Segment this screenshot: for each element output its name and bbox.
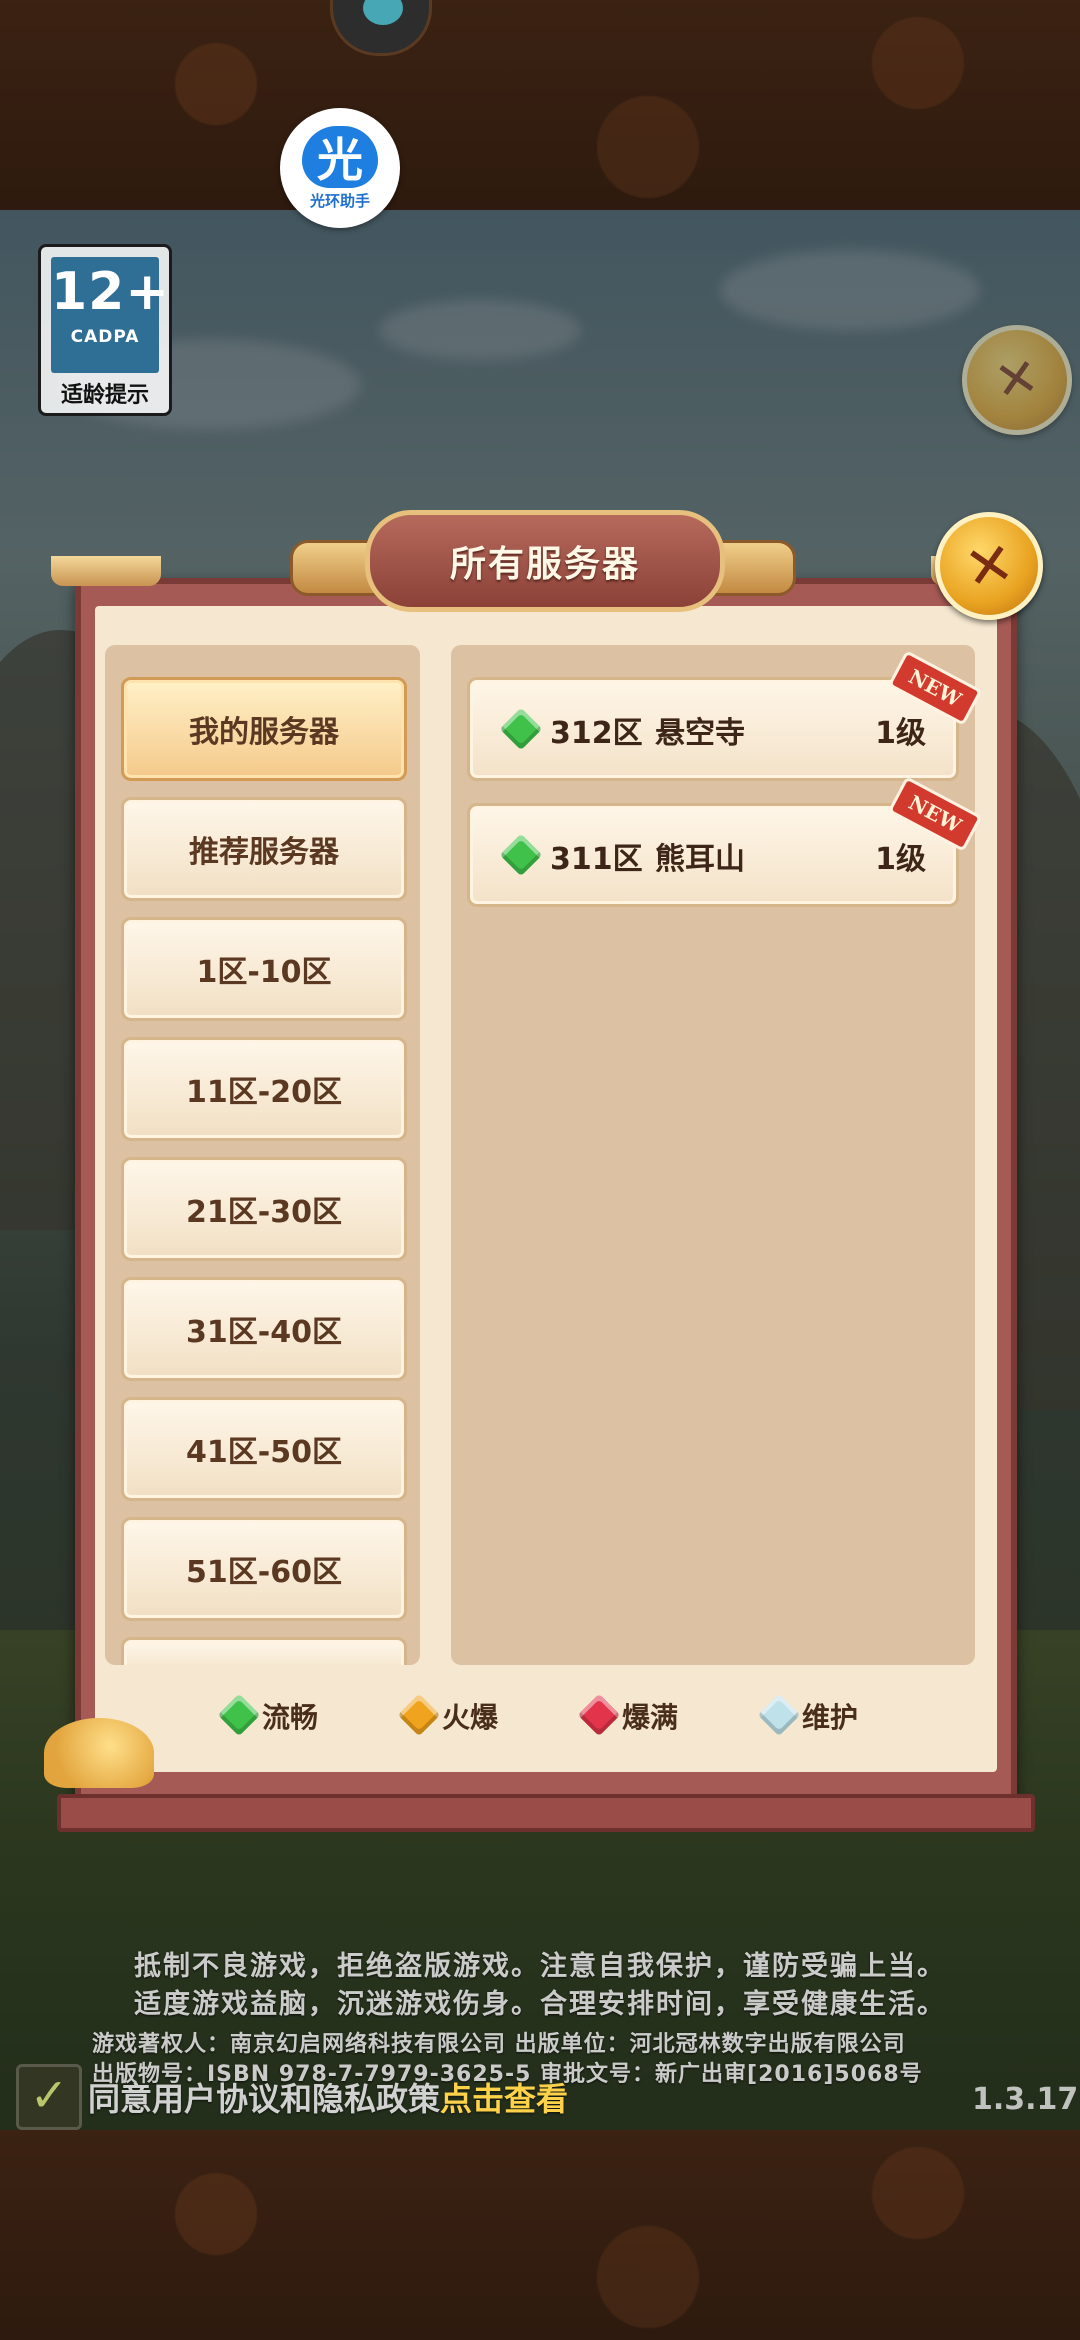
category-my-servers[interactable]: 我的服务器	[121, 677, 407, 781]
category-zone-1-10[interactable]: 1区-10区	[121, 917, 407, 1021]
legend-label: 流畅	[262, 1701, 319, 1734]
agreement-view-link[interactable]: 点击查看	[440, 2080, 568, 2118]
server-name: 熊耳山	[655, 842, 745, 877]
server-level: 1级	[875, 716, 926, 751]
legend-label: 火爆	[442, 1701, 499, 1734]
legend-label: 维护	[802, 1701, 859, 1734]
age-rating-number: 12+	[51, 262, 170, 322]
category-zone-51-60[interactable]: 51区-60区	[121, 1517, 407, 1621]
server-list[interactable]: 312区 悬空寺 1级 NEW 311区 熊耳山 1级 NEW	[451, 645, 983, 1665]
close-button[interactable]: ✕	[935, 512, 1043, 620]
category-zone-41-50[interactable]: 41区-50区	[121, 1397, 407, 1501]
server-level: 1级	[875, 842, 926, 877]
health-notice-line-2: 适度游戏益脑，沉迷游戏伤身。合理安排时间，享受健康生活。	[134, 1989, 946, 2020]
agreement-label: 同意用户协议和隐私政策	[88, 2080, 441, 2118]
category-zone-21-30[interactable]: 21区-30区	[121, 1157, 407, 1261]
health-notice-line-1: 抵制不良游戏，拒绝盗版游戏。注意自我保护，谨防受骗上当。	[134, 1951, 946, 1982]
category-zone-31-40[interactable]: 31区-40区	[121, 1277, 407, 1381]
panel-base	[57, 1794, 1035, 1832]
age-rating-box: 12+ CADPA	[51, 257, 170, 373]
age-rating-badge[interactable]: 12+ CADPA 适龄提示	[38, 244, 172, 416]
category-recommended[interactable]: 推荐服务器	[121, 797, 407, 901]
top-frame	[0, 0, 1080, 210]
version-label: 1.3.17	[972, 2082, 1079, 2117]
gold-cloud-ornament	[44, 1718, 154, 1788]
panel-title: 所有服务器	[449, 544, 640, 585]
panel-wing-left	[51, 556, 161, 586]
age-rating-org: CADPA	[70, 327, 140, 347]
server-row-311[interactable]: 311区 熊耳山 1级 NEW	[467, 776, 983, 907]
halo-label: 光环助手	[309, 191, 370, 210]
x-close-icon: ✕	[990, 346, 1044, 414]
x-close-icon: ✕	[959, 528, 1019, 604]
category-next-partial[interactable]	[121, 1637, 407, 1665]
legend-label: 爆满	[622, 1701, 679, 1734]
bottom-frame	[0, 2130, 1080, 2340]
agreement-checkbox[interactable]: ✓	[16, 2064, 82, 2130]
category-zone-11-20[interactable]: 11区-20区	[121, 1037, 407, 1141]
agreement-text: 同意用户协议和隐私政策点击查看	[88, 2074, 568, 2120]
background-close-button: ✕	[962, 325, 1072, 435]
server-name: 悬空寺	[655, 716, 745, 751]
status-smooth-gem-icon	[499, 833, 543, 877]
server-row-312[interactable]: 312区 悬空寺 1级 NEW	[467, 650, 983, 781]
server-zone: 311区	[550, 842, 643, 877]
game-avatar-icon	[330, 0, 432, 56]
halo-logo-icon: 光	[302, 125, 378, 188]
age-rating-caption: 适龄提示	[60, 383, 149, 408]
status-smooth-gem-icon	[499, 707, 543, 751]
panel-title-plaque: 所有服务器	[290, 510, 796, 612]
category-list[interactable]: 我的服务器 推荐服务器 1区-10区 11区-20区 21区-30区 31区-4…	[105, 645, 420, 1665]
halo-assistant-badge[interactable]: 光 光环助手	[280, 108, 400, 228]
copyright-line: 游戏著权人：南京幻启网络科技有限公司 出版单位：河北冠林数字出版有限公司	[92, 2032, 906, 2057]
server-zone: 312区	[550, 716, 643, 751]
